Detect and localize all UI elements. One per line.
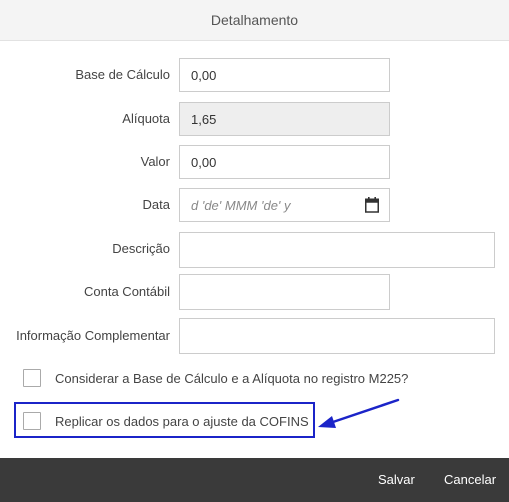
row-aliquota: Alíquota — [0, 102, 509, 136]
considerar-checkbox[interactable] — [23, 369, 41, 387]
valor-input[interactable] — [179, 145, 390, 179]
save-button[interactable]: Salvar — [378, 458, 415, 502]
descricao-input[interactable] — [179, 232, 495, 268]
informacao-complementar-label: Informação Complementar — [16, 328, 170, 343]
row-valor: Valor — [0, 145, 509, 179]
row-base-calculo: Base de Cálculo — [0, 58, 509, 92]
conta-contabil-input[interactable] — [179, 274, 390, 310]
aliquota-label: Alíquota — [122, 111, 170, 126]
dialog-title: Detalhamento — [210, 12, 299, 28]
valor-label: Valor — [140, 154, 170, 169]
considerar-checkbox-row[interactable]: Considerar a Base de Cálculo e a Alíquot… — [23, 368, 408, 388]
base-calculo-input[interactable] — [179, 58, 390, 92]
informacao-complementar-input[interactable] — [179, 318, 495, 354]
dialog-header: Detalhamento — [0, 0, 509, 41]
data-label: Data — [142, 197, 170, 212]
aliquota-input — [179, 102, 390, 136]
row-data: Data — [0, 188, 509, 222]
descricao-label: Descrição — [112, 241, 170, 256]
data-input[interactable] — [179, 188, 390, 222]
considerar-checkbox-label[interactable]: Considerar a Base de Cálculo e a Alíquot… — [55, 371, 408, 386]
row-conta-contabil: Conta Contábil — [0, 274, 509, 310]
calendar-icon[interactable] — [365, 197, 379, 213]
annotation-arrow-icon — [318, 398, 400, 428]
base-calculo-label: Base de Cálculo — [75, 67, 170, 82]
row-informacao-complementar: Informação Complementar — [0, 318, 509, 354]
dialog-footer: Salvar Cancelar — [0, 458, 509, 502]
cancel-button[interactable]: Cancelar — [444, 458, 496, 502]
conta-contabil-label: Conta Contábil — [84, 284, 170, 299]
row-descricao: Descrição — [0, 232, 509, 268]
annotation-highlight-box — [14, 402, 315, 438]
